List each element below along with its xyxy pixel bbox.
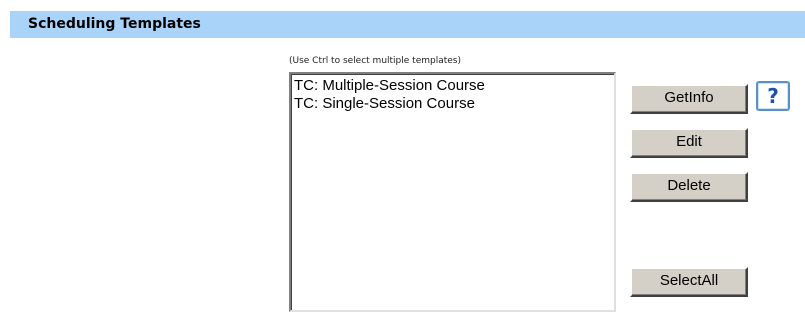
section-header: Scheduling Templates <box>10 11 805 38</box>
getinfo-button[interactable]: GetInfo <box>630 84 748 114</box>
edit-button[interactable]: Edit <box>630 128 748 158</box>
list-item[interactable]: TC: Single-Session Course <box>291 95 614 113</box>
select-all-button[interactable]: SelectAll <box>630 267 748 297</box>
delete-button[interactable]: Delete <box>630 172 748 202</box>
page-title: Scheduling Templates <box>28 16 201 32</box>
list-item[interactable]: TC: Multiple-Session Course <box>291 77 614 95</box>
question-mark-icon: ? <box>767 84 779 108</box>
templates-listbox[interactable]: TC: Multiple-Session Course TC: Single-S… <box>289 72 616 312</box>
help-button[interactable]: ? <box>756 81 790 111</box>
multi-select-hint: (Use Ctrl to select multiple templates) <box>289 56 461 66</box>
